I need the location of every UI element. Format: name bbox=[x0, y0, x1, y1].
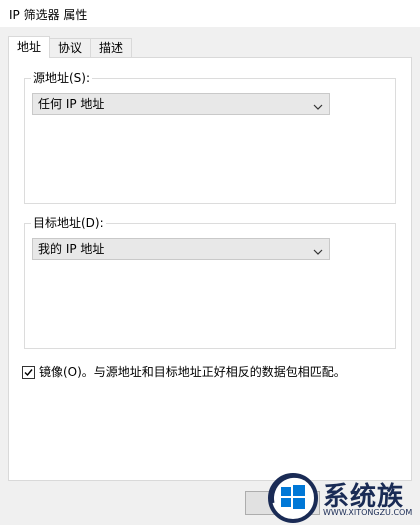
source-address-value: 任何 IP 地址 bbox=[38, 97, 105, 111]
watermark-logo: 系统族 WWW.XITONGZU.COM bbox=[265, 470, 420, 525]
checkmark-icon bbox=[24, 368, 33, 376]
source-address-dropdown[interactable]: 任何 IP 地址 bbox=[32, 93, 330, 115]
source-address-group: 源地址(S): 任何 IP 地址 bbox=[24, 71, 396, 204]
tab-strip: 地址 协议 描述 bbox=[8, 36, 133, 58]
title-bar[interactable]: IP 筛选器 属性 bbox=[0, 0, 420, 28]
ip-filter-properties-dialog: IP 筛选器 属性 地址 协议 描述 源地址(S): 任何 IP 地址 目标地址… bbox=[0, 0, 420, 525]
tab-address[interactable]: 地址 bbox=[8, 36, 51, 58]
chevron-down-icon bbox=[313, 245, 323, 255]
source-address-label: 源地址(S): bbox=[31, 71, 93, 85]
windows-logo-icon bbox=[268, 473, 318, 523]
destination-address-dropdown[interactable]: 我的 IP 地址 bbox=[32, 238, 330, 260]
chevron-down-icon bbox=[313, 100, 323, 110]
destination-address-label: 目标地址(D): bbox=[31, 216, 106, 230]
mirror-option: 镜像(O)。与源地址和目标地址正好相反的数据包相匹配。 bbox=[22, 364, 346, 380]
tab-protocol[interactable]: 协议 bbox=[49, 38, 92, 58]
destination-address-group: 目标地址(D): 我的 IP 地址 bbox=[24, 216, 396, 349]
address-tab-panel: 源地址(S): 任何 IP 地址 目标地址(D): 我的 IP 地址 镜像(O)… bbox=[8, 57, 412, 481]
tab-description[interactable]: 描述 bbox=[90, 38, 133, 58]
watermark-url: WWW.XITONGZU.COM bbox=[323, 508, 413, 517]
destination-address-value: 我的 IP 地址 bbox=[38, 242, 105, 256]
mirror-label[interactable]: 镜像(O)。与源地址和目标地址正好相反的数据包相匹配。 bbox=[39, 365, 346, 379]
window-title: IP 筛选器 属性 bbox=[9, 8, 88, 22]
mirror-checkbox[interactable] bbox=[22, 365, 35, 379]
